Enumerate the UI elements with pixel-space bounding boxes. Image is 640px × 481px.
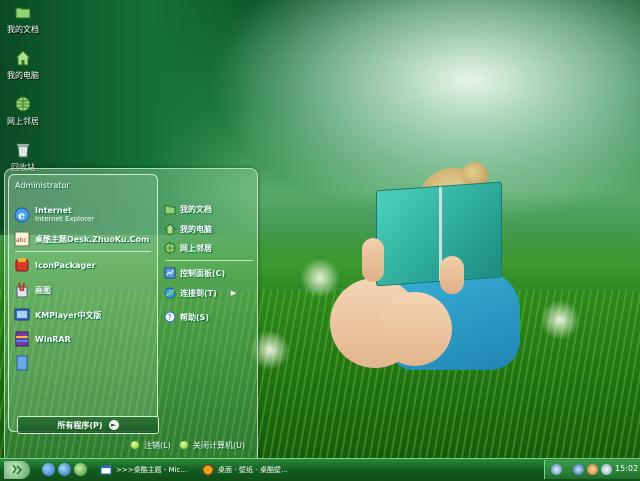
menu-item-title: KMPlayer中文版 (35, 310, 102, 320)
media-player-quicklaunch-icon[interactable] (74, 463, 87, 476)
taskbar-task-zhuoku[interactable]: >>>桌酷主题 - Mic... (100, 461, 196, 478)
desktop-icon-my-documents[interactable]: 我的文档 (0, 4, 46, 35)
menu-item-title: WinRAR (35, 334, 71, 344)
kmplayer-icon (14, 308, 30, 321)
desktop-icon-label: 我的文档 (7, 25, 39, 34)
menu-item-kmplayer[interactable]: KMPlayer中文版 (13, 305, 102, 325)
home-icon (164, 223, 176, 235)
folder-icon (15, 7, 31, 19)
internet-explorer-quicklaunch-icon[interactable] (58, 463, 71, 476)
right-item-label: 我的电脑 (180, 224, 212, 234)
start-menu-programs-panel: Administrator e Internet Internet Explor… (8, 174, 159, 434)
home-icon (15, 50, 31, 66)
iconpackager-icon (15, 258, 29, 272)
right-item-help[interactable]: ? 帮助(S) (164, 310, 209, 324)
globe-icon (15, 96, 31, 112)
volume-icon[interactable] (601, 464, 612, 475)
desktop-icon-label: 我的电脑 (7, 71, 39, 80)
menu-item-winrar[interactable]: WinRAR (13, 329, 71, 349)
help-icon: ? (164, 311, 176, 323)
theme-app-icon: abc (14, 231, 30, 247)
globe-icon (164, 242, 176, 254)
menu-item-title: Internet (35, 206, 72, 215)
all-programs-label: 所有程序(P) (57, 420, 103, 430)
right-item-label: 控制面板(C) (180, 268, 226, 278)
svg-text:?: ? (168, 313, 172, 322)
menu-item-subtitle: Internet Explorer (35, 215, 95, 223)
right-item-connect-to[interactable]: 连接到(T) ▶ (164, 286, 236, 300)
shutdown-button[interactable]: 关闭计算机(U) (180, 439, 245, 451)
network-connection-icon (164, 287, 176, 299)
application-icon (16, 355, 28, 371)
menu-item-title: IconPackager (35, 260, 96, 270)
paint-icon (16, 282, 28, 298)
right-item-label: 我的文档 (180, 204, 212, 214)
shutdown-label: 关闭计算机(U) (193, 440, 246, 450)
submenu-arrow-icon: ▶ (230, 289, 237, 297)
menu-item-internet[interactable]: e Internet Internet Explorer (13, 205, 94, 225)
wallpaper-girl-hand (362, 238, 384, 282)
log-off-label: 注销(L) (144, 440, 171, 450)
task-title: >>>桌酷主题 - Mic... (116, 465, 188, 474)
right-item-my-computer[interactable]: 我的电脑 (164, 222, 212, 236)
all-programs-button[interactable]: 所有程序(P) ► (17, 416, 159, 434)
task-title: 桌面 - 壁纸 - 桌酷壁... (218, 465, 288, 474)
window-icon (100, 465, 112, 474)
taskbar: >>>桌酷主题 - Mic... 桌面 - 壁纸 - 桌酷壁... 15:02 (0, 458, 640, 481)
svg-text:e: e (18, 209, 25, 222)
wallpaper-girl-knee (378, 292, 452, 366)
recycle-bin-icon (16, 143, 30, 158)
menu-item-recent-app[interactable] (13, 353, 35, 373)
right-item-control-panel[interactable]: 控制面板(C) (164, 266, 225, 280)
clock[interactable]: 15:02 (615, 464, 638, 473)
network-tray-icon[interactable] (573, 464, 584, 475)
start-orb-icon (12, 464, 23, 475)
wallpaper-light-spot (540, 300, 580, 340)
user-name: Administrator (15, 181, 70, 190)
winrar-icon (15, 331, 29, 347)
menu-item-title: 桌酷主题Desk.ZhuoKu.Com (35, 234, 150, 244)
browser-icon (202, 464, 214, 475)
power-icon (180, 441, 188, 449)
menu-separator (165, 260, 253, 261)
right-item-my-documents[interactable]: 我的文档 (164, 202, 212, 216)
start-button[interactable] (4, 461, 30, 479)
show-desktop-icon[interactable] (42, 463, 55, 476)
menu-item-iconpackager[interactable]: IconPackager (13, 255, 96, 275)
menu-item-title: 画图 (35, 285, 51, 295)
right-item-network[interactable]: 网上邻居 (164, 241, 212, 255)
log-off-icon (131, 441, 139, 449)
arrow-right-icon: ► (108, 420, 119, 430)
desktop-icon-my-computer[interactable]: 我的电脑 (0, 50, 46, 81)
menu-item-zhuoku-theme[interactable]: abc 桌酷主题Desk.ZhuoKu.Com (13, 229, 149, 249)
desktop-icon-label: 网上邻居 (7, 117, 39, 126)
menu-separator (15, 251, 151, 252)
system-tray: 15:02 (544, 460, 640, 479)
log-off-button[interactable]: 注销(L) (131, 439, 171, 451)
taskbar-task-wallpaper[interactable]: 桌面 - 壁纸 - 桌酷壁... (202, 461, 302, 478)
right-item-label: 帮助(S) (180, 312, 210, 322)
internet-explorer-icon: e (14, 207, 30, 223)
folder-icon (164, 205, 176, 215)
control-panel-icon (164, 267, 176, 279)
right-item-label: 连接到(T) (180, 288, 217, 298)
desktop-icon-network[interactable]: 网上邻居 (0, 96, 46, 127)
wallpaper-girl-hand (440, 256, 464, 294)
right-item-label: 网上邻居 (180, 243, 212, 253)
menu-item-paint[interactable]: 画图 (13, 280, 51, 300)
wallpaper-light-spot (300, 258, 340, 298)
tray-expand-icon[interactable] (551, 464, 562, 475)
svg-text:abc: abc (16, 237, 27, 244)
start-menu: Administrator e Internet Internet Explor… (4, 168, 258, 460)
wallpaper-book (376, 181, 502, 287)
security-shield-icon[interactable] (587, 464, 598, 475)
